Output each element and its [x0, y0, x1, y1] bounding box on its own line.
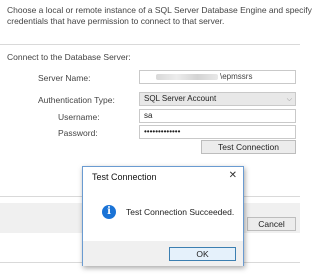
cancel-button[interactable]: Cancel: [247, 217, 296, 231]
server-name-suffix: \epmssrs: [220, 72, 253, 81]
username-label: Username:: [58, 112, 100, 122]
dialog-message: Test Connection Succeeded.: [126, 207, 235, 217]
server-name-redacted: [156, 73, 218, 80]
auth-type-select[interactable]: SQL Server Account ⌵: [139, 92, 296, 106]
server-name-field[interactable]: \epmssrs: [139, 70, 296, 84]
auth-type-value: SQL Server Account: [144, 94, 217, 103]
server-name-label: Server Name:: [38, 73, 91, 83]
intro-line-1: Choose a local or remote instance of a S…: [7, 5, 312, 15]
password-label: Password:: [58, 128, 98, 138]
password-value: •••••••••••••: [144, 127, 181, 136]
header-divider: [0, 44, 300, 45]
info-icon: i: [102, 205, 116, 219]
test-connection-dialog: Test Connection ✕ i Test Connection Succ…: [82, 166, 244, 266]
password-field[interactable]: •••••••••••••: [139, 125, 296, 139]
intro-line-2: credentials that have permission to conn…: [7, 16, 225, 26]
chevron-down-icon: ⌵: [286, 96, 292, 103]
dialog-title: Test Connection: [92, 172, 157, 182]
username-value: sa: [144, 111, 153, 120]
section-label: Connect to the Database Server:: [7, 52, 131, 62]
test-connection-button[interactable]: Test Connection: [201, 140, 296, 154]
close-icon[interactable]: ✕: [229, 170, 237, 181]
intro-text: Choose a local or remote instance of a S…: [7, 5, 312, 27]
username-field[interactable]: sa: [139, 109, 296, 123]
auth-type-label: Authentication Type:: [38, 95, 115, 105]
ok-button[interactable]: OK: [169, 247, 236, 261]
